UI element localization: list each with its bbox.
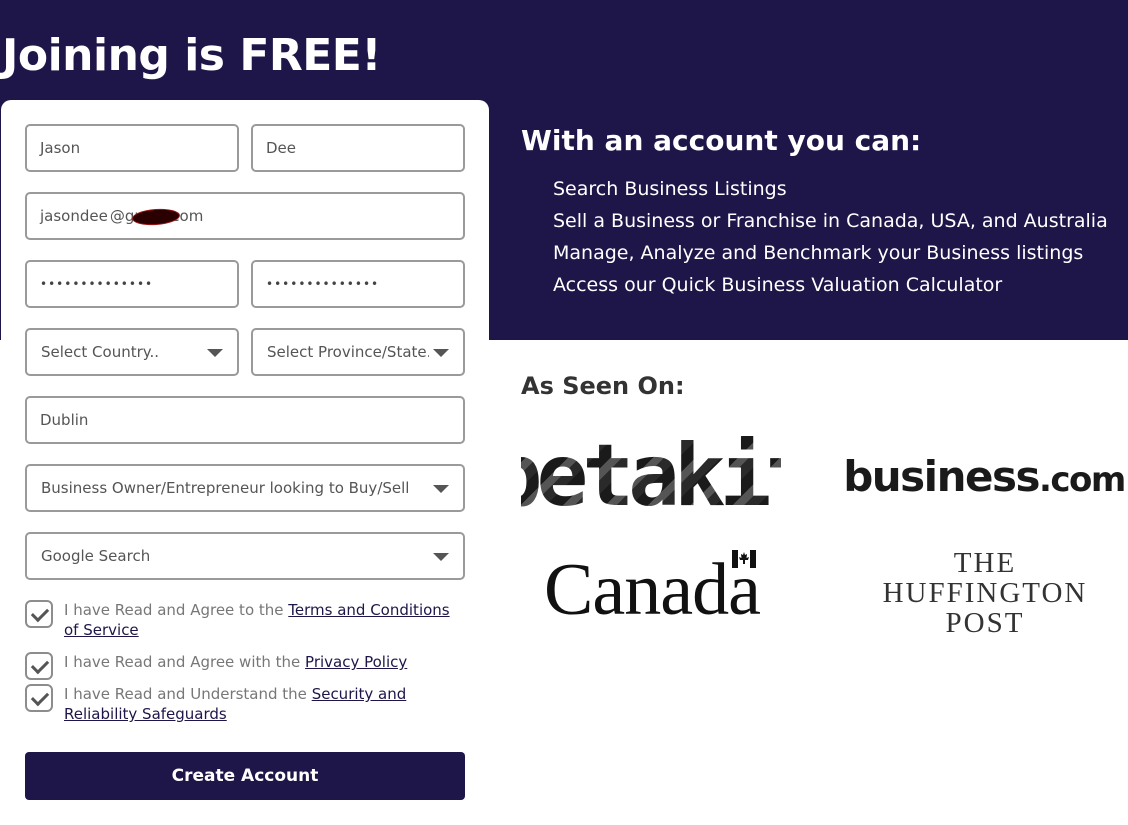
privacy-agreement: I have Read and Agree with the Privacy P… [25, 652, 465, 680]
security-agreement: I have Read and Understand the Security … [25, 684, 425, 724]
password-input[interactable]: •••••••••••••• [25, 260, 239, 308]
country-select-value: Select Country.. [41, 343, 160, 361]
benefit-item: Search Business Listings [553, 178, 787, 200]
canada-logo: Canada [544, 548, 761, 631]
page-title: Joining is FREE! [2, 30, 381, 81]
chevron-down-icon [433, 553, 449, 561]
benefit-item: Access our Quick Business Valuation Calc… [553, 274, 1003, 296]
terms-label: I have Read and Agree to the Terms and C… [64, 601, 450, 639]
password-dots: •••••••••••••• [40, 277, 154, 291]
betakit-logo: betakit [521, 436, 781, 516]
confirm-password-dots: •••••••••••••• [266, 277, 380, 291]
province-select[interactable]: Select Province/State.. [251, 328, 465, 376]
confirm-password-input[interactable]: •••••••••••••• [251, 260, 465, 308]
first-name-input[interactable]: Jason [25, 124, 239, 172]
chevron-down-icon [207, 349, 223, 357]
business-com-logo: business.com [843, 451, 1126, 501]
email-prefix: jasondee [40, 207, 108, 225]
province-select-value: Select Province/State.. [267, 343, 429, 361]
benefit-item: Manage, Analyze and Benchmark your Busin… [553, 242, 1084, 264]
security-label: I have Read and Understand the Security … [64, 685, 407, 723]
chevron-down-icon [433, 485, 449, 493]
security-checkbox[interactable] [25, 684, 53, 712]
create-account-button[interactable]: Create Account [25, 752, 465, 800]
city-input[interactable]: Dublin [25, 396, 465, 444]
benefits-list: Search Business Listings Sell a Business… [553, 173, 1108, 301]
email-input[interactable]: jasondee @gmail.com [25, 192, 465, 240]
referral-source-select[interactable]: Google Search [25, 532, 465, 580]
privacy-link[interactable]: Privacy Policy [305, 653, 407, 671]
role-select-value: Business Owner/Entrepreneur looking to B… [41, 479, 410, 497]
benefit-item: Sell a Business or Franchise in Canada, … [553, 210, 1108, 232]
last-name-input[interactable]: Dee [251, 124, 465, 172]
referral-source-value: Google Search [41, 547, 151, 565]
maple-leaf-flag-icon [731, 549, 756, 568]
role-select[interactable]: Business Owner/Entrepreneur looking to B… [25, 464, 465, 512]
terms-checkbox[interactable] [25, 600, 53, 628]
chevron-down-icon [433, 349, 449, 357]
benefits-title: With an account you can: [521, 124, 922, 157]
terms-agreement: I have Read and Agree to the Terms and C… [25, 600, 465, 640]
huffington-post-logo: THE HUFFINGTON POST [882, 547, 1088, 639]
country-select[interactable]: Select Country.. [25, 328, 239, 376]
privacy-label: I have Read and Agree with the Privacy P… [64, 653, 408, 671]
as-seen-on-title: As Seen On: [521, 372, 685, 400]
privacy-checkbox[interactable] [25, 652, 53, 680]
